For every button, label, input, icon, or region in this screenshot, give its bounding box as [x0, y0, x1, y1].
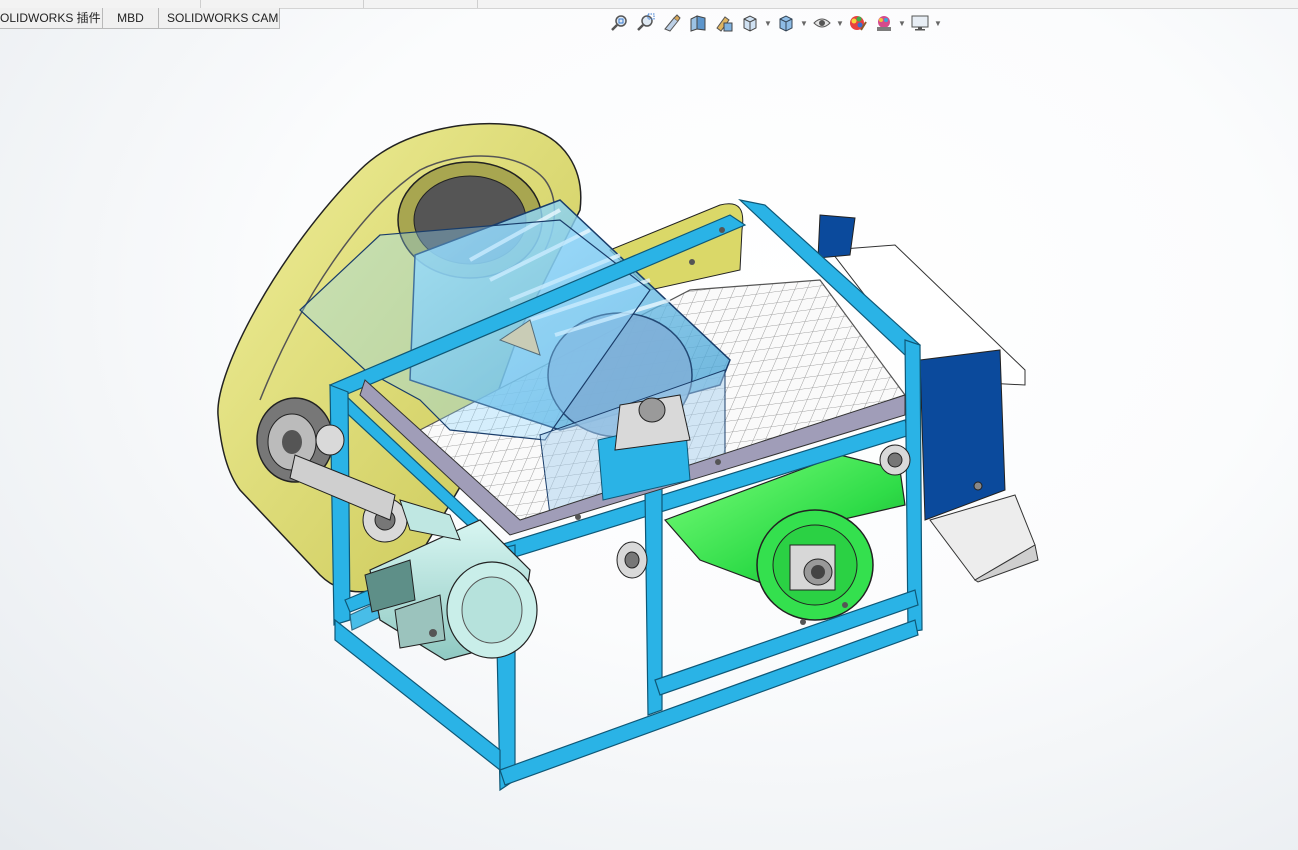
- green-conveyor-roller: [663, 454, 906, 621]
- machine-3d-model: [217, 122, 1039, 792]
- graphics-area[interactable]: [0, 31, 1298, 850]
